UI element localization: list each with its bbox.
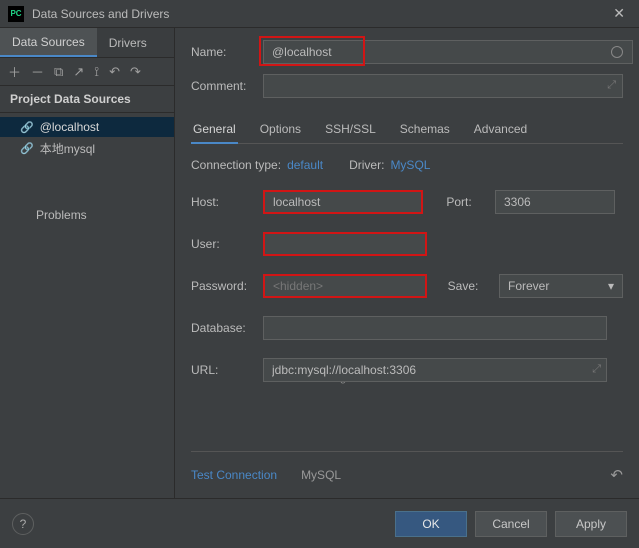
copy-icon[interactable]: ⧉ [54, 64, 63, 80]
bottom-links: Test Connection MySQL ↶ [191, 451, 623, 498]
name-input[interactable] [263, 40, 633, 64]
undo-icon[interactable]: ↶ [109, 64, 120, 80]
close-icon[interactable]: ✕ [607, 5, 631, 22]
database-input[interactable] [263, 316, 607, 340]
name-label: Name: [191, 45, 263, 59]
add-icon[interactable]: ＋ [8, 62, 21, 81]
driver-name: MySQL [301, 468, 341, 482]
save-select[interactable]: Forever ▾ [499, 274, 623, 298]
goto-icon[interactable]: ↗ [73, 64, 84, 80]
database-icon: 🔗 [20, 121, 34, 134]
tab-data-sources[interactable]: Data Sources [0, 28, 97, 57]
user-label: User: [191, 237, 263, 251]
comment-input[interactable]: ⤢ [263, 74, 623, 98]
apply-button[interactable]: Apply [555, 511, 627, 537]
url-label: URL: [191, 363, 263, 377]
section-header: Project Data Sources [0, 86, 174, 113]
save-label: Save: [427, 279, 499, 293]
connection-info: Connection type: default Driver: MySQL [191, 158, 623, 172]
tree-item-localhost[interactable]: 🔗 @localhost [0, 117, 174, 137]
expand-icon[interactable]: ⤢ [592, 363, 601, 376]
remove-icon[interactable]: － [31, 62, 44, 81]
driver-link[interactable]: MySQL [390, 158, 430, 172]
revert-icon[interactable]: ↶ [610, 466, 623, 484]
subtab-schemas[interactable]: Schemas [398, 116, 452, 143]
subtab-sshssl[interactable]: SSH/SSL [323, 116, 378, 143]
host-input[interactable] [263, 190, 423, 214]
problems-link[interactable]: Problems [0, 164, 174, 222]
port-input[interactable] [495, 190, 615, 214]
subtab-advanced[interactable]: Advanced [472, 116, 529, 143]
ok-button[interactable]: OK [395, 511, 467, 537]
driver-label: Driver: [349, 158, 384, 172]
subtab-general[interactable]: General [191, 116, 238, 144]
toolbar: ＋ － ⧉ ↗ ⟟ ↶ ↷ [0, 58, 174, 86]
password-label: Password: [191, 279, 263, 293]
app-icon: PC [8, 6, 24, 22]
window-title: Data Sources and Drivers [32, 7, 607, 21]
host-label: Host: [191, 195, 263, 209]
datasource-tree: 🔗 @localhost 🔗 本地mysql [0, 113, 174, 164]
conn-type-label: Connection type: [191, 158, 281, 172]
comment-label: Comment: [191, 79, 263, 93]
url-input[interactable] [263, 358, 607, 382]
save-value: Forever [508, 279, 549, 293]
test-connection-link[interactable]: Test Connection [191, 468, 277, 482]
left-panel: Data Sources Drivers ＋ － ⧉ ↗ ⟟ ↶ ↷ Proje… [0, 28, 175, 498]
cancel-button[interactable]: Cancel [475, 511, 547, 537]
help-icon[interactable]: ? [12, 513, 34, 535]
expand-icon[interactable]: ⤢ [607, 79, 616, 92]
tree-item-label: @localhost [40, 120, 100, 134]
color-ring-icon[interactable] [611, 46, 623, 58]
password-input[interactable] [263, 274, 427, 298]
tab-drivers[interactable]: Drivers [97, 28, 159, 57]
database-label: Database: [191, 321, 263, 335]
database-icon: 🔗 [20, 142, 34, 155]
conn-type-link[interactable]: default [287, 158, 323, 172]
user-input[interactable] [263, 232, 427, 256]
left-tabs: Data Sources Drivers [0, 28, 174, 58]
right-panel: Name: Comment: ⤢ General Options SSH/SSL… [175, 28, 639, 498]
subtab-options[interactable]: Options [258, 116, 303, 143]
make-global-icon[interactable]: ⟟ [94, 64, 99, 80]
titlebar: PC Data Sources and Drivers ✕ [0, 0, 639, 28]
redo-icon[interactable]: ↷ [130, 64, 141, 80]
dialog-buttons: ? OK Cancel Apply [0, 498, 639, 548]
tree-item-local-mysql[interactable]: 🔗 本地mysql [0, 137, 174, 160]
tree-item-label: 本地mysql [40, 140, 95, 157]
subtabs: General Options SSH/SSL Schemas Advanced [191, 116, 623, 144]
port-label: Port: [423, 195, 495, 209]
chevron-down-icon: ▾ [608, 279, 614, 293]
